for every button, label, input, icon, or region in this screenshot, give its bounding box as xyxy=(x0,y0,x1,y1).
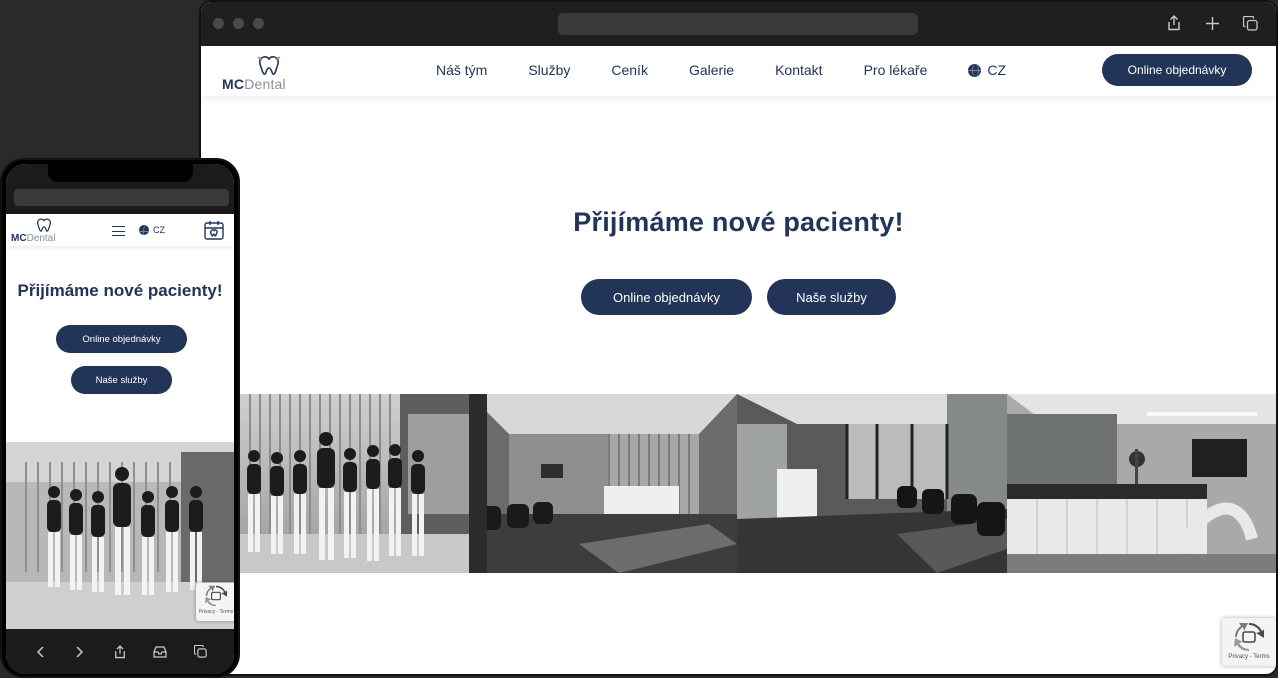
menu-icon[interactable] xyxy=(112,226,125,236)
hero-title: Přijímáme nové pacienty! xyxy=(573,207,904,237)
our-services-button[interactable]: Naše služby xyxy=(767,279,896,315)
tabs-icon[interactable] xyxy=(1242,14,1258,32)
recaptcha-icon xyxy=(1234,622,1264,652)
nav-item-cenik[interactable]: Ceník xyxy=(611,62,648,78)
mobile-address-bar[interactable] xyxy=(14,189,229,206)
close-window-dot[interactable] xyxy=(213,18,224,29)
site-logo[interactable]: MCDental xyxy=(222,54,294,92)
mobile-site-logo[interactable]: MCDental xyxy=(11,217,61,244)
nav-item-galerie[interactable]: Galerie xyxy=(689,62,734,78)
back-icon[interactable] xyxy=(33,645,47,659)
header-online-booking-button[interactable]: Online objednávky xyxy=(1102,54,1252,86)
main-navigation: Náš tým Služby Ceník Galerie Kontakt Pro… xyxy=(436,62,1006,78)
recaptcha-icon xyxy=(205,585,227,607)
mobile-language-code: CZ xyxy=(153,225,165,235)
browser-actions xyxy=(1166,14,1258,32)
tooth-logo-icon xyxy=(36,218,52,232)
bookmarks-icon[interactable] xyxy=(153,645,167,659)
window-controls[interactable] xyxy=(213,18,264,29)
mobile-our-services-button[interactable]: Naše služby xyxy=(71,366,172,394)
mobile-screen: MCDental CZ Přijímáme nové pacienty! Onl… xyxy=(6,164,234,674)
mobile-site-header: MCDental CZ xyxy=(6,214,234,246)
mobile-language-switcher[interactable]: CZ xyxy=(139,225,165,235)
language-switcher[interactable]: CZ xyxy=(968,62,1006,78)
desktop-browser-window: MCDental Náš tým Služby Ceník Galerie Ko… xyxy=(199,0,1278,676)
online-booking-button[interactable]: Online objednávky xyxy=(581,279,752,315)
photo-gallery xyxy=(240,394,1276,573)
globe-icon xyxy=(968,63,982,77)
mobile-browser-topbar xyxy=(6,164,234,214)
hero-buttons: Online objednávky Naše služby xyxy=(201,279,1276,315)
mobile-device: MCDental CZ Přijímáme nové pacienty! Onl… xyxy=(0,158,240,678)
nav-item-sluzby[interactable]: Služby xyxy=(528,62,570,78)
treatment-room-photo[interactable] xyxy=(1007,394,1276,573)
mobile-logo-wordmark: MCDental xyxy=(11,233,56,244)
minimize-window-dot[interactable] xyxy=(233,18,244,29)
mobile-recaptcha-badge[interactable]: Privacy - Terms xyxy=(196,583,234,621)
browser-toolbar xyxy=(201,2,1276,46)
nav-item-nas-tym[interactable]: Náš tým xyxy=(436,62,487,78)
zoom-window-dot[interactable] xyxy=(253,18,264,29)
share-icon[interactable] xyxy=(113,644,127,659)
mobile-team-photo[interactable]: Privacy - Terms xyxy=(6,442,234,629)
tooth-logo-icon xyxy=(257,56,281,75)
mobile-online-booking-button[interactable]: Online objednávky xyxy=(56,325,187,353)
phone-notch xyxy=(48,164,193,182)
tabs-icon[interactable] xyxy=(193,645,207,659)
recaptcha-badge[interactable]: Privacy - Terms xyxy=(1222,618,1276,666)
nav-item-pro-lekare[interactable]: Pro lékaře xyxy=(864,62,928,78)
address-bar[interactable] xyxy=(558,13,918,35)
forward-icon[interactable] xyxy=(73,645,87,659)
team-photo[interactable] xyxy=(240,394,469,573)
reception-photo[interactable] xyxy=(469,394,737,573)
nav-item-kontakt[interactable]: Kontakt xyxy=(775,62,822,78)
screenshot-stage: MCDental Náš tým Služby Ceník Galerie Ko… xyxy=(0,0,1278,678)
calendar-icon[interactable] xyxy=(203,219,225,241)
globe-icon xyxy=(139,225,149,235)
mobile-hero-title: Přijímáme nové pacienty! xyxy=(17,281,223,300)
share-icon[interactable] xyxy=(1166,14,1182,32)
mobile-recaptcha-links[interactable]: Privacy - Terms xyxy=(199,609,233,615)
recaptcha-links[interactable]: Privacy - Terms xyxy=(1228,654,1269,660)
mobile-browser-toolbar xyxy=(6,629,234,674)
plus-icon[interactable] xyxy=(1204,14,1220,32)
site-header: MCDental Náš tým Služby Ceník Galerie Ko… xyxy=(201,46,1276,96)
logo-wordmark: MCDental xyxy=(222,76,286,92)
language-code: CZ xyxy=(987,62,1007,78)
waiting-room-photo[interactable] xyxy=(737,394,1007,573)
